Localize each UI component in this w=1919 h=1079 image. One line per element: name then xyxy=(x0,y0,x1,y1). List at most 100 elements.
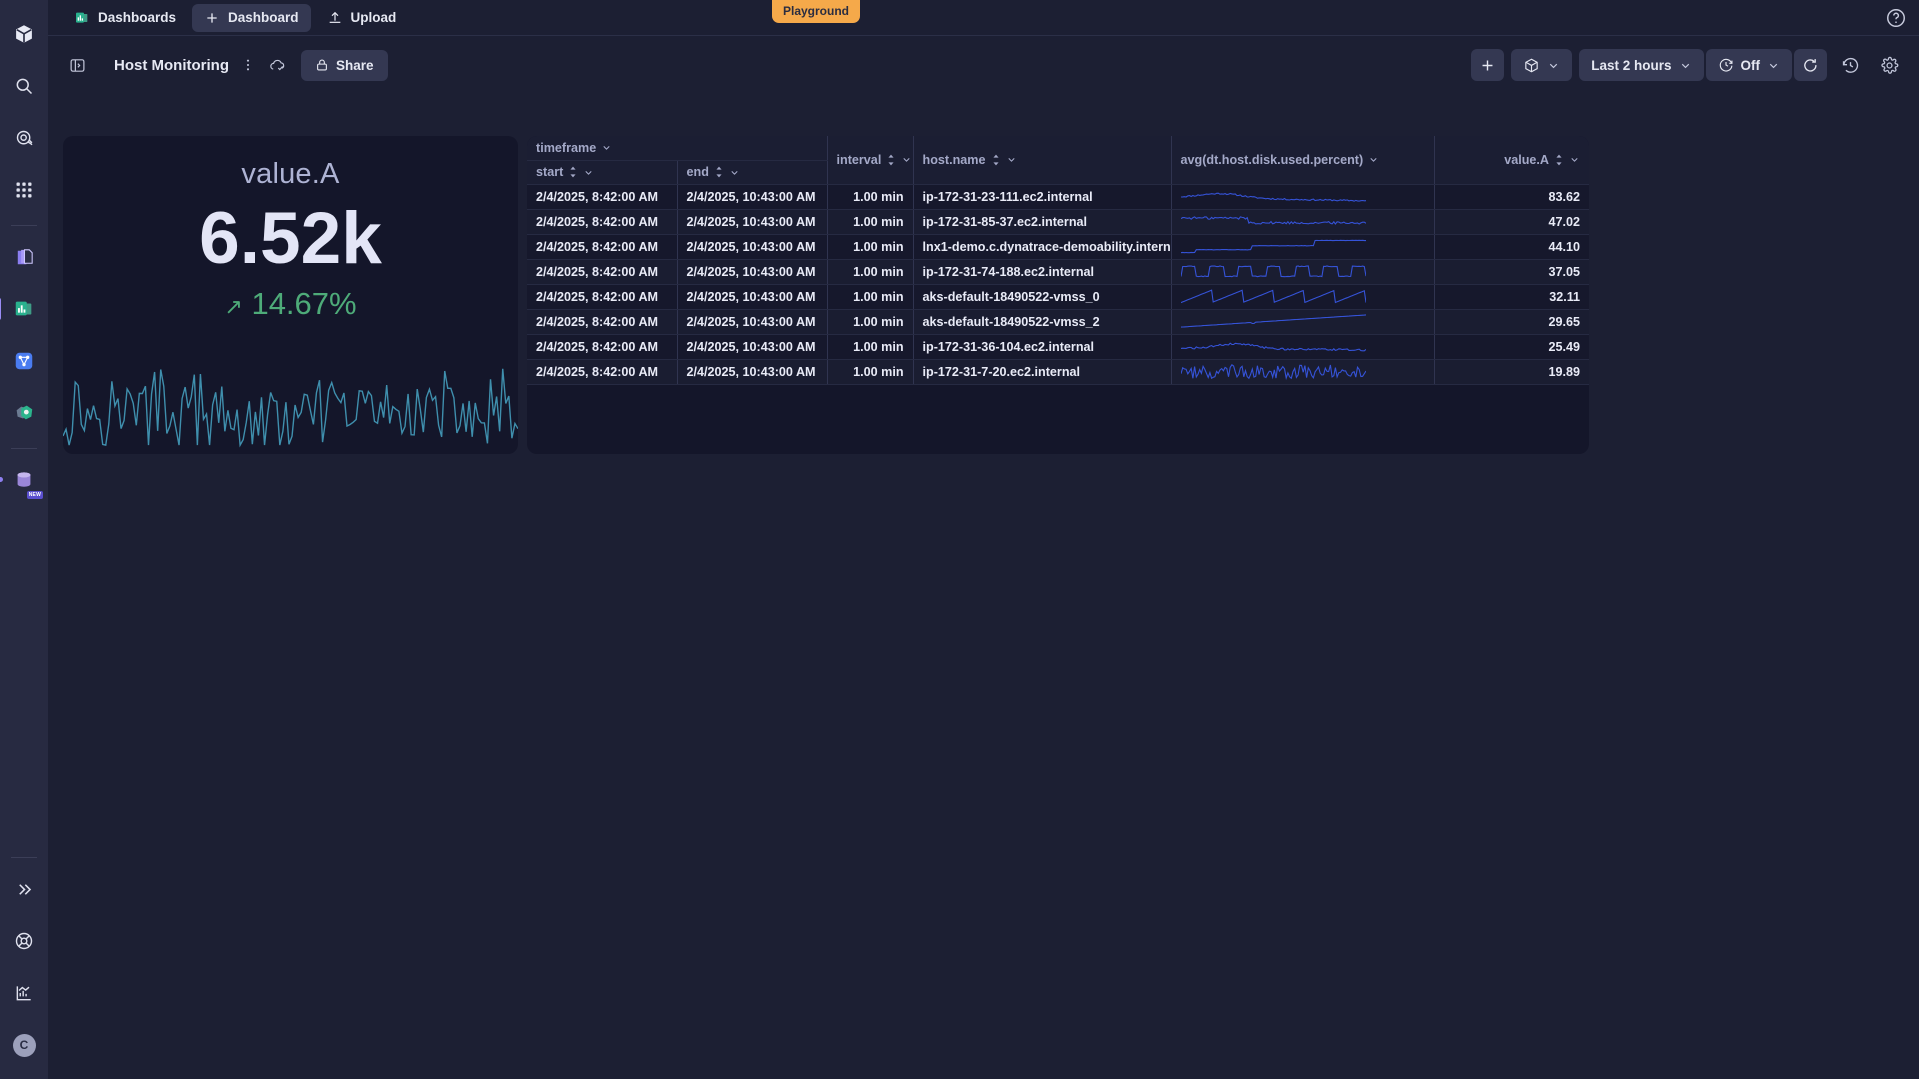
column-header-start[interactable]: start xyxy=(527,160,677,184)
expand-sidebar-icon[interactable] xyxy=(4,869,44,909)
cell-sparkline xyxy=(1171,234,1434,259)
storage-icon[interactable]: NEW xyxy=(4,460,44,500)
column-header-end[interactable]: end xyxy=(677,160,827,184)
cell-start: 2/4/2025, 8:42:00 AM xyxy=(527,359,677,384)
table-row[interactable]: 2/4/2025, 8:42:00 AM2/4/2025, 10:43:00 A… xyxy=(527,309,1589,334)
sort-icon[interactable] xyxy=(714,166,724,178)
page-title[interactable]: Host Monitoring xyxy=(114,57,229,74)
cell-sparkline xyxy=(1171,209,1434,234)
cell-valuea: 83.62 xyxy=(1434,184,1589,209)
cell-valuea: 19.89 xyxy=(1434,359,1589,384)
cell-interval: 1.00 min xyxy=(827,284,913,309)
table-row[interactable]: 2/4/2025, 8:42:00 AM2/4/2025, 10:43:00 A… xyxy=(527,359,1589,384)
column-header-avg-disk-used[interactable]: avg(dt.host.disk.used.percent) xyxy=(1171,136,1434,184)
cell-end: 2/4/2025, 10:43:00 AM xyxy=(677,359,827,384)
column-header-valuea[interactable]: value.A xyxy=(1434,136,1589,184)
topbar-item-dashboard[interactable]: Dashboard xyxy=(192,4,311,32)
gear-icon[interactable] xyxy=(1873,49,1905,81)
help-circle-icon[interactable] xyxy=(1885,7,1907,29)
cell-interval: 1.00 min xyxy=(827,234,913,259)
chevron-down-icon[interactable] xyxy=(583,167,594,178)
topbar-item-dashboards[interactable]: Dashboards xyxy=(62,4,188,32)
plus-icon xyxy=(204,10,220,26)
table-row[interactable]: 2/4/2025, 8:42:00 AM2/4/2025, 10:43:00 A… xyxy=(527,284,1589,309)
column-label-start: start xyxy=(536,165,563,179)
environment-badge: Playground xyxy=(772,0,860,23)
toggle-panel-icon[interactable] xyxy=(62,50,92,80)
cell-end: 2/4/2025, 10:43:00 AM xyxy=(677,284,827,309)
group-header-timeframe[interactable]: timeframe xyxy=(527,136,827,160)
cell-valuea: 44.10 xyxy=(1434,234,1589,259)
auto-refresh-selector[interactable]: Off xyxy=(1706,49,1793,81)
topbar-label-upload: Upload xyxy=(351,10,397,25)
data-table-tile[interactable]: timeframe interval xyxy=(527,136,1589,454)
cell-valuea: 32.11 xyxy=(1434,284,1589,309)
cell-sparkline xyxy=(1171,334,1434,359)
table-head: timeframe interval xyxy=(527,136,1589,184)
cell-hostname: lnx1-demo.c.dynatrace-demoability.intern… xyxy=(913,234,1171,259)
refresh-icon xyxy=(1802,57,1819,74)
time-controls: Last 2 hours Off xyxy=(1579,49,1827,81)
cell-sparkline xyxy=(1171,184,1434,209)
timeframe-selector[interactable]: Last 2 hours xyxy=(1579,49,1703,81)
analytics-icon[interactable] xyxy=(4,973,44,1013)
sort-icon[interactable] xyxy=(568,166,578,178)
table-row[interactable]: 2/4/2025, 8:42:00 AM2/4/2025, 10:43:00 A… xyxy=(527,184,1589,209)
history-icon[interactable] xyxy=(1834,49,1866,81)
davis-ai-icon[interactable] xyxy=(4,118,44,158)
arrow-up-right-icon: ↗ xyxy=(224,294,242,319)
notebooks-icon[interactable] xyxy=(4,237,44,277)
chevron-down-icon[interactable] xyxy=(1368,154,1379,165)
cell-start: 2/4/2025, 8:42:00 AM xyxy=(527,309,677,334)
table-row[interactable]: 2/4/2025, 8:42:00 AM2/4/2025, 10:43:00 A… xyxy=(527,234,1589,259)
records-table: timeframe interval xyxy=(527,136,1589,385)
chevron-down-icon[interactable] xyxy=(729,167,740,178)
cell-end: 2/4/2025, 10:43:00 AM xyxy=(677,309,827,334)
table-row[interactable]: 2/4/2025, 8:42:00 AM2/4/2025, 10:43:00 A… xyxy=(527,334,1589,359)
column-header-hostname[interactable]: host.name xyxy=(913,136,1171,184)
workflows-icon[interactable] xyxy=(4,341,44,381)
table-body: 2/4/2025, 8:42:00 AM2/4/2025, 10:43:00 A… xyxy=(527,184,1589,384)
chevron-down-icon[interactable] xyxy=(1569,154,1580,165)
topbar-item-upload[interactable]: Upload xyxy=(315,4,409,32)
column-label-end: end xyxy=(687,165,709,179)
add-tile-button[interactable] xyxy=(1471,49,1504,81)
cloud-check-icon xyxy=(263,50,293,80)
chevron-down-icon[interactable] xyxy=(601,142,612,153)
cell-end: 2/4/2025, 10:43:00 AM xyxy=(677,259,827,284)
cell-hostname: aks-default-18490522-vmss_2 xyxy=(913,309,1171,334)
table-row[interactable]: 2/4/2025, 8:42:00 AM2/4/2025, 10:43:00 A… xyxy=(527,209,1589,234)
apps-grid-icon[interactable] xyxy=(4,170,44,210)
chevron-down-icon[interactable] xyxy=(901,154,912,165)
dynatrace-logo-icon[interactable] xyxy=(4,14,44,54)
chevron-down-icon[interactable] xyxy=(1006,154,1017,165)
column-label-hostname: host.name xyxy=(923,153,986,167)
cell-sparkline xyxy=(1171,359,1434,384)
column-header-interval[interactable]: interval xyxy=(827,136,913,184)
automation-icon[interactable] xyxy=(4,393,44,433)
share-button[interactable]: Share xyxy=(301,50,388,81)
cell-end: 2/4/2025, 10:43:00 AM xyxy=(677,334,827,359)
variables-button[interactable] xyxy=(1511,49,1572,81)
new-badge: NEW xyxy=(27,491,43,499)
dashboards-icon[interactable] xyxy=(4,289,44,329)
sort-icon[interactable] xyxy=(1554,154,1564,166)
cell-sparkline xyxy=(1171,284,1434,309)
support-icon[interactable] xyxy=(4,921,44,961)
search-icon[interactable] xyxy=(4,66,44,106)
table-row[interactable]: 2/4/2025, 8:42:00 AM2/4/2025, 10:43:00 A… xyxy=(527,259,1589,284)
cell-hostname: ip-172-31-74-188.ec2.internal xyxy=(913,259,1171,284)
refresh-button[interactable] xyxy=(1794,49,1827,81)
more-vertical-icon[interactable] xyxy=(233,50,263,80)
cell-hostname: aks-default-18490522-vmss_0 xyxy=(913,284,1171,309)
chevron-down-icon xyxy=(1679,59,1692,72)
dashboard-header: Host Monitoring Share xyxy=(48,35,1919,94)
sort-icon[interactable] xyxy=(991,154,1001,166)
sort-icon[interactable] xyxy=(886,154,896,166)
cell-hostname: ip-172-31-85-37.ec2.internal xyxy=(913,209,1171,234)
dashboard-header-actions: Last 2 hours Off xyxy=(1471,49,1905,81)
single-value-tile[interactable]: value.A 6.52k ↗ 14.67% xyxy=(63,136,518,454)
cell-valuea: 29.65 xyxy=(1434,309,1589,334)
user-avatar[interactable]: C xyxy=(4,1025,44,1065)
chevron-down-icon xyxy=(1767,59,1780,72)
